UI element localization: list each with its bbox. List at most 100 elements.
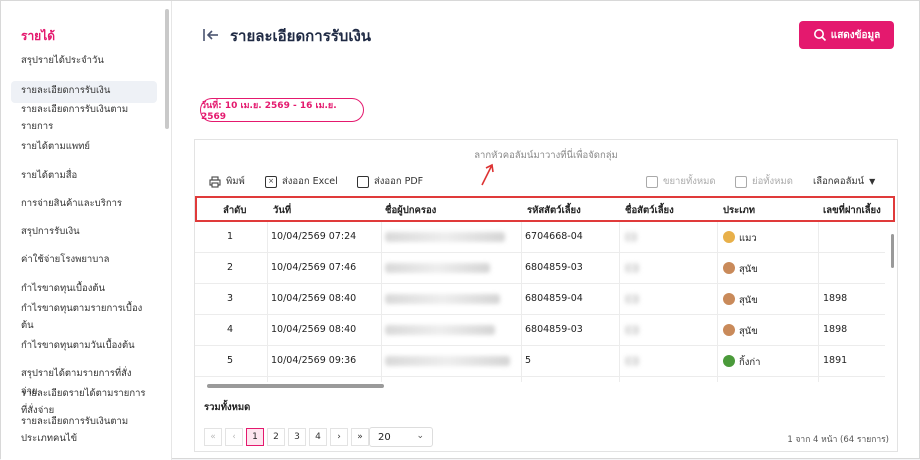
sidebar-item-profit-basic[interactable]: กำไรขาดทุนเบื้องต้น — [11, 280, 157, 298]
expand-all-label: ขยายทั้งหมด — [663, 176, 716, 187]
pdf-icon — [357, 175, 369, 188]
cell-date: 10/04/2569 07:46 — [271, 262, 357, 273]
pet-name-redacted — [625, 294, 639, 304]
col-header-deposit[interactable]: เลขที่ฝากเลี้ยง — [823, 203, 881, 218]
excel-icon: × — [265, 175, 277, 188]
chevron-down-icon: ⌄ — [416, 431, 424, 441]
cell-date: 10/04/2569 08:40 — [271, 324, 357, 335]
page-title: รายละเอียดการรับเงิน — [230, 27, 372, 45]
cell-type: กิ้งก่า — [723, 355, 760, 370]
collapse-all-label: ย่อทั้งหมด — [752, 176, 793, 187]
pet-name-redacted — [625, 356, 639, 366]
cell-type-label: สุนัข — [739, 295, 758, 306]
show-data-button[interactable]: แสดงข้อมูล — [799, 21, 894, 49]
table-row[interactable]: 2 10/04/2569 07:46 6804859-03 สุนัข — [195, 253, 885, 284]
print-label: พิมพ์ — [226, 176, 245, 187]
cell-no: 3 — [227, 293, 234, 304]
sidebar: รายได้ สรุปรายได้ประจำวัน รายละเอียดการร… — [1, 1, 172, 460]
sidebar-item-profit-by-item-cont[interactable]: ต้น — [11, 317, 157, 335]
owner-name-redacted — [385, 263, 490, 273]
next-page-button[interactable]: › — [330, 428, 348, 446]
owner-name-redacted — [385, 232, 505, 242]
table-row[interactable]: 3 10/04/2569 08:40 6804859-04 สุนัข 1898 — [195, 284, 885, 315]
cell-type: แมว — [723, 231, 757, 246]
search-icon — [813, 29, 826, 42]
col-header-type[interactable]: ประเภท — [723, 203, 755, 218]
cell-pet-code: 6704668-04 — [525, 231, 583, 242]
table-row[interactable]: 5 10/04/2569 09:36 5 กิ้งก่า 1891 — [195, 346, 885, 377]
choose-columns-label: เลือกคอลัมน์ — [813, 176, 865, 187]
cell-date: 10/04/2569 07:24 — [271, 231, 357, 242]
choose-columns-button[interactable]: เลือกคอลัมน์ ▼ — [813, 174, 875, 189]
expand-all-button[interactable]: ขยายทั้งหมด — [646, 174, 716, 189]
pet-name-redacted — [625, 325, 639, 335]
cell-no: 4 — [227, 324, 234, 335]
sidebar-item-daily-income[interactable]: สรุปรายได้ประจำวัน — [11, 52, 157, 70]
grid-vertical-scrollbar[interactable] — [891, 234, 894, 268]
sidebar-item-income-by-doctor[interactable]: รายได้ตามแพทย์ — [11, 138, 157, 156]
cell-type-label: สุนัข — [739, 326, 758, 337]
expand-icon — [646, 175, 658, 188]
cell-pet-code: 6804859-04 — [525, 293, 583, 304]
cell-type-label: สุนัข — [739, 264, 758, 275]
last-page-button[interactable]: » — [351, 428, 369, 446]
page-button-2[interactable]: 2 — [267, 428, 285, 446]
pet-name-redacted — [625, 232, 637, 242]
page-button-4[interactable]: 4 — [309, 428, 327, 446]
grid-toolbar: พิมพ์ × ส่งออก Excel ส่งออก PDF ขยายทั้ง… — [195, 170, 897, 192]
sidebar-item-income-by-media[interactable]: รายได้ตามสื่อ — [11, 167, 157, 185]
page-button-3[interactable]: 3 — [288, 428, 306, 446]
owner-name-redacted — [385, 294, 500, 304]
sidebar-item-payment-by-patient-type[interactable]: รายละเอียดการรับเงินตาม — [11, 413, 157, 431]
first-page-button[interactable]: « — [204, 428, 222, 446]
sidebar-item-profit-by-item[interactable]: กำไรขาดทุนตามรายการเบื้อง — [11, 300, 157, 318]
page-button-1[interactable]: 1 — [246, 428, 264, 446]
col-header-no[interactable]: ลำดับ — [223, 203, 246, 218]
sidebar-item-profit-by-day[interactable]: กำไรขาดทุนตามวันเบื้องต้น — [11, 337, 157, 355]
paging-info: 1 จาก 4 หน้า (64 รายการ) — [787, 435, 889, 445]
print-button[interactable]: พิมพ์ — [209, 174, 245, 189]
col-header-pet-name[interactable]: ชื่อสัตว์เลี้ยง — [625, 203, 674, 218]
grid-horizontal-scrollbar[interactable] — [207, 384, 384, 388]
cell-deposit: 1898 — [823, 324, 848, 335]
pet-type-icon — [723, 324, 735, 336]
cell-type: สุนัข — [723, 293, 758, 308]
date-filter-badge[interactable]: วันที่: 10 เม.ย. 2569 - 16 เม.ย. 2569 — [200, 98, 364, 122]
table-row[interactable]: 4 10/04/2569 08:40 6804859-03 สุนัข 1898 — [195, 315, 885, 346]
pet-name-redacted — [625, 263, 639, 273]
sidebar-item-goods-services[interactable]: การจ่ายสินค้าและบริการ — [11, 195, 157, 213]
sidebar-item-income-detail-order[interactable]: รายละเอียดรายได้ตามรายการ — [11, 385, 157, 403]
sidebar-section-title: รายได้ — [21, 29, 56, 43]
col-header-pet-code[interactable]: รหัสสัตว์เลี้ยง — [527, 203, 581, 218]
export-excel-label: ส่งออก Excel — [282, 176, 338, 187]
cell-pet-code: 5 — [525, 355, 532, 366]
pet-type-icon — [723, 293, 735, 305]
sidebar-item-payment-by-item[interactable]: รายละเอียดการรับเงินตาม — [11, 101, 157, 119]
total-summary-label: รวมทั้งหมด — [204, 402, 251, 413]
sidebar-item-payment-by-item-cont[interactable]: รายการ — [11, 118, 157, 136]
sidebar-item-payment-by-patient-type-cont[interactable]: ประเภทคนไข้ — [11, 430, 157, 448]
export-pdf-label: ส่งออก PDF — [374, 176, 424, 187]
export-excel-button[interactable]: × ส่งออก Excel — [265, 174, 338, 189]
table-row[interactable]: 1 10/04/2569 07:24 6704668-04 แมว — [195, 222, 885, 253]
page-size-select[interactable]: 20 ⌄ — [369, 427, 433, 447]
cell-no: 1 — [227, 231, 234, 242]
cell-deposit: 1891 — [823, 355, 848, 366]
cell-type-label: แมว — [739, 233, 757, 244]
collapse-all-button[interactable]: ย่อทั้งหมด — [735, 174, 793, 189]
app-window: รายได้ สรุปรายได้ประจำวัน รายละเอียดการร… — [0, 0, 920, 460]
sidebar-item-payment-summary[interactable]: สรุปการรับเงิน — [11, 223, 157, 241]
sidebar-item-hospital-expense[interactable]: ค่าใช้จ่ายโรงพยาบาล — [11, 251, 157, 269]
sidebar-item-payment-detail[interactable]: รายละเอียดการรับเงิน — [11, 81, 157, 103]
group-panel-hint[interactable]: ลากหัวคอลัมน์มาวางที่นี่เพื่อจัดกลุ่ม — [195, 148, 897, 163]
cell-type: สุนัข — [723, 324, 758, 339]
col-header-owner[interactable]: ชื่อผู้ปกครอง — [385, 203, 436, 218]
collapse-sidebar-icon[interactable] — [202, 26, 220, 44]
sidebar-scrollbar[interactable] — [165, 9, 169, 129]
pagination: « ‹ 1 2 3 4 › » — [204, 428, 369, 446]
cell-pet-code: 6804859-03 — [525, 324, 583, 335]
prev-page-button[interactable]: ‹ — [225, 428, 243, 446]
export-pdf-button[interactable]: ส่งออก PDF — [357, 174, 423, 189]
col-header-date[interactable]: วันที่ — [273, 203, 291, 218]
cell-date: 10/04/2569 08:40 — [271, 293, 357, 304]
